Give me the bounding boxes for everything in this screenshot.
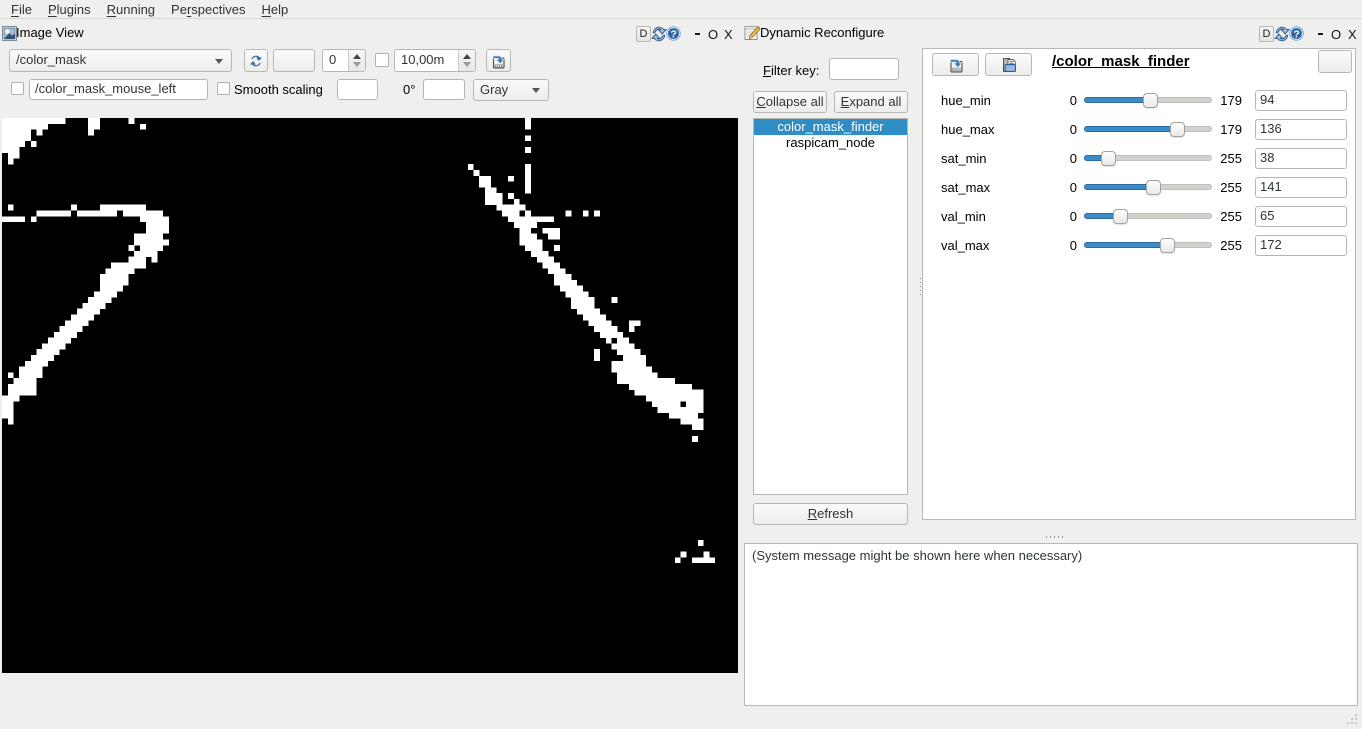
svg-text:?: ? [1293, 28, 1299, 40]
svg-text:?: ? [670, 28, 676, 40]
